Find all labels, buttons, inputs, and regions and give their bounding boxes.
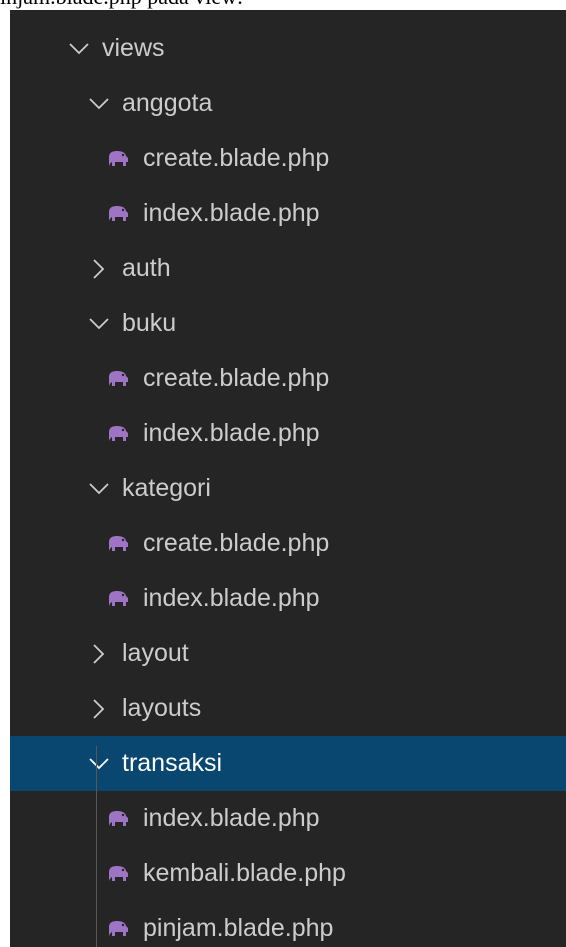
folder-label: layouts xyxy=(122,694,202,722)
chevron-down-icon xyxy=(88,753,110,775)
file-label: create.blade.php xyxy=(143,529,330,557)
file-transaksi-kembali[interactable]: kembali.blade.php xyxy=(10,846,566,901)
php-elephant-icon xyxy=(106,369,130,389)
file-label: index.blade.php xyxy=(143,584,320,612)
file-kategori-index[interactable]: index.blade.php xyxy=(10,571,566,626)
folder-label: anggota xyxy=(122,89,213,117)
php-elephant-icon xyxy=(106,864,130,884)
file-buku-create[interactable]: create.blade.php xyxy=(10,351,566,406)
php-elephant-icon xyxy=(106,919,130,939)
file-label: kembali.blade.php xyxy=(143,859,346,887)
file-label: index.blade.php xyxy=(143,804,320,832)
page: injam.blade.php pada view: views anggota xyxy=(0,0,566,947)
folder-auth[interactable]: auth xyxy=(10,241,566,296)
php-elephant-icon xyxy=(106,424,130,444)
folder-label: kategori xyxy=(122,474,211,502)
file-label: create.blade.php xyxy=(143,144,330,172)
document-caption: injam.blade.php pada view: xyxy=(0,0,243,8)
file-tree: views anggota create.blade.php index.bla… xyxy=(10,21,566,947)
folder-label: auth xyxy=(122,254,171,282)
chevron-down-icon xyxy=(88,313,110,335)
folder-transaksi[interactable]: transaksi xyxy=(10,736,566,791)
chevron-right-icon xyxy=(88,698,110,720)
folder-buku[interactable]: buku xyxy=(10,296,566,351)
php-elephant-icon xyxy=(106,534,130,554)
file-kategori-create[interactable]: create.blade.php xyxy=(10,516,566,571)
php-elephant-icon xyxy=(106,204,130,224)
folder-label: buku xyxy=(122,309,177,337)
folder-anggota[interactable]: anggota xyxy=(10,76,566,131)
folder-label: views xyxy=(102,34,165,62)
folder-layout[interactable]: layout xyxy=(10,626,566,681)
file-explorer: views anggota create.blade.php index.bla… xyxy=(10,10,566,947)
file-transaksi-pinjam[interactable]: pinjam.blade.php xyxy=(10,901,566,947)
folder-label: layout xyxy=(122,639,189,667)
chevron-down-icon xyxy=(68,38,90,60)
file-anggota-create[interactable]: create.blade.php xyxy=(10,131,566,186)
file-label: index.blade.php xyxy=(143,419,320,447)
file-anggota-index[interactable]: index.blade.php xyxy=(10,186,566,241)
chevron-right-icon xyxy=(88,643,110,665)
php-elephant-icon xyxy=(106,809,130,829)
file-label: pinjam.blade.php xyxy=(143,914,334,942)
file-label: index.blade.php xyxy=(143,199,320,227)
folder-layouts[interactable]: layouts xyxy=(10,681,566,736)
file-buku-index[interactable]: index.blade.php xyxy=(10,406,566,461)
chevron-right-icon xyxy=(88,258,110,280)
file-label: create.blade.php xyxy=(143,364,330,392)
folder-label: transaksi xyxy=(122,749,223,777)
php-elephant-icon xyxy=(106,149,130,169)
php-elephant-icon xyxy=(106,589,130,609)
chevron-down-icon xyxy=(88,93,110,115)
chevron-down-icon xyxy=(88,478,110,500)
folder-views[interactable]: views xyxy=(10,21,566,76)
file-transaksi-index[interactable]: index.blade.php xyxy=(10,791,566,846)
folder-kategori[interactable]: kategori xyxy=(10,461,566,516)
indent-guide xyxy=(96,746,97,947)
